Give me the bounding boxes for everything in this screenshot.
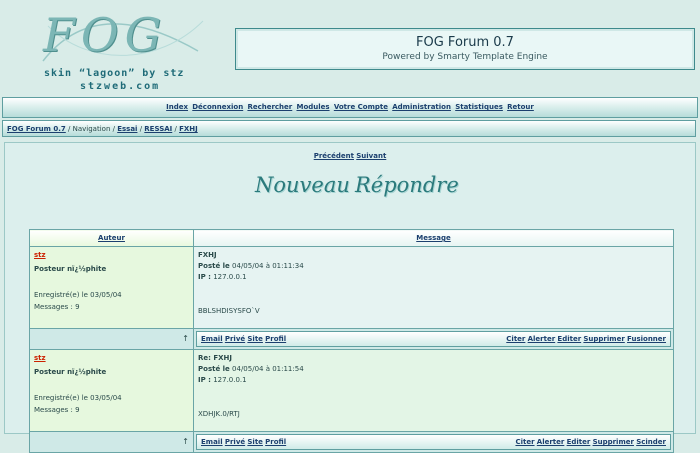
post-author-registered: Enregistré(e) le 03/05/04	[34, 291, 122, 299]
site-link[interactable]: Site	[247, 438, 263, 446]
post-title: FXHJ	[198, 251, 217, 259]
post-author-registered: Enregistré(e) le 03/05/04	[34, 394, 122, 402]
private-message-link[interactable]: Privé	[225, 438, 245, 446]
post-ip-line: IP : 127.0.0.1	[198, 273, 669, 281]
reply-button[interactable]: Répondre	[355, 173, 459, 197]
logo-website: stzweb.com	[80, 81, 161, 92]
nav-search[interactable]: Rechercher	[247, 103, 292, 111]
post-date: 04/05/04 à 01:11:54	[232, 365, 304, 373]
post-contact-links: Email Privé Site Profil	[201, 435, 286, 449]
column-header-author: Auteur	[29, 229, 194, 247]
back-to-top-arrow-icon[interactable]: ↑	[182, 334, 189, 343]
message-header-link[interactable]: Message	[416, 234, 451, 242]
breadcrumb-separator: /	[68, 125, 71, 133]
column-header-message: Message	[193, 229, 674, 247]
breadcrumb-item-essai[interactable]: Essai	[117, 125, 137, 133]
delete-link[interactable]: Supprimer	[593, 438, 634, 446]
post-ip-label: IP :	[198, 376, 211, 384]
post-row: stz Posteur nï¿½phite Enregistré(e) le 0…	[29, 246, 674, 329]
post-moderation-links: Citer Alerter Editer Supprimer Scinder	[515, 435, 666, 449]
post-footer-left: ↑	[29, 328, 194, 350]
post-author-rank: Posteur nï¿½phite	[34, 368, 107, 376]
breadcrumb-item-ressai[interactable]: RESSAI	[144, 125, 172, 133]
breadcrumb: FOG Forum 0.7 / Navigation / Essai / RES…	[2, 120, 696, 137]
next-link[interactable]: Suivant	[356, 152, 386, 160]
post-ip-label: IP :	[198, 273, 211, 281]
post-footer-left: ↑	[29, 431, 194, 453]
quote-link[interactable]: Citer	[506, 335, 525, 343]
site-link[interactable]: Site	[247, 335, 263, 343]
alert-link[interactable]: Alerter	[537, 438, 565, 446]
forum-subtitle: Powered by Smarty Template Engine	[382, 52, 548, 62]
post-moderation-links: Citer Alerter Editer Supprimer Fusionner	[506, 332, 666, 346]
post-ip-line: IP : 127.0.0.1	[198, 376, 669, 384]
forum-logo[interactable]: FOG skin “lagoon” by stz stzweb.com	[38, 6, 208, 92]
breadcrumb-navigation-label: Navigation	[72, 125, 111, 133]
post-message-cell: FXHJ Posté le 04/05/04 à 01:11:34 IP : 1…	[193, 246, 674, 329]
breadcrumb-separator: /	[174, 125, 177, 133]
edit-link[interactable]: Editer	[567, 438, 591, 446]
back-to-top-arrow-icon[interactable]: ↑	[182, 437, 189, 446]
nav-administration[interactable]: Administration	[392, 103, 451, 111]
post-author-cell: stz Posteur nï¿½phite Enregistré(e) le 0…	[29, 349, 194, 432]
post-contact-links: Email Privé Site Profil	[201, 332, 286, 346]
logo-letters: FOG	[43, 8, 168, 62]
profile-link[interactable]: Profil	[265, 438, 286, 446]
post-row: stz Posteur nï¿½phite Enregistré(e) le 0…	[29, 349, 674, 432]
post-author-message-count: Messages : 9	[34, 406, 80, 414]
post-body: XDHJK.0/RTJ	[198, 410, 240, 418]
topic-pager: Précédent Suivant	[5, 152, 695, 160]
breadcrumb-separator: /	[139, 125, 143, 133]
post-message-cell: Re: FXHJ Posté le 04/05/04 à 01:11:54 IP…	[193, 349, 674, 432]
edit-link[interactable]: Editer	[557, 335, 581, 343]
main-navigation: Index Déconnexion Rechercher Modules Vot…	[2, 97, 698, 118]
post-ip: 127.0.0.1	[213, 273, 247, 281]
alert-link[interactable]: Alerter	[528, 335, 556, 343]
post-date-line: Posté le 04/05/04 à 01:11:34	[198, 262, 669, 270]
post-author-rank: Posteur nï¿½phite	[34, 265, 107, 273]
post-date-label: Posté le	[198, 262, 230, 270]
author-header-link[interactable]: Auteur	[98, 234, 125, 242]
post-footer-row: ↑ Email Privé Site Profil Citer Alerter …	[29, 431, 674, 453]
email-link[interactable]: Email	[201, 438, 223, 446]
delete-link[interactable]: Supprimer	[583, 335, 624, 343]
posts-table: Auteur Message stz Posteur nï¿½phite Enr…	[29, 229, 674, 453]
post-body: BBLSHDISYSFO`V	[198, 307, 260, 315]
breadcrumb-forum[interactable]: FOG Forum 0.7	[7, 125, 66, 133]
post-date-line: Posté le 04/05/04 à 01:11:54	[198, 365, 669, 373]
profile-link[interactable]: Profil	[265, 335, 286, 343]
post-actions-bar: Email Privé Site Profil Citer Alerter Ed…	[196, 434, 671, 450]
nav-logout[interactable]: Déconnexion	[192, 103, 243, 111]
post-actions-bar: Email Privé Site Profil Citer Alerter Ed…	[196, 331, 671, 347]
nav-index[interactable]: Index	[166, 103, 188, 111]
post-author-name[interactable]: stz	[34, 354, 189, 362]
topic-panel: Précédent Suivant Nouveau Répondre Auteu…	[4, 142, 696, 453]
breadcrumb-separator: /	[112, 125, 115, 133]
merge-link[interactable]: Fusionner	[627, 335, 666, 343]
nav-account[interactable]: Votre Compte	[334, 103, 388, 111]
post-ip: 127.0.0.1	[213, 376, 247, 384]
email-link[interactable]: Email	[201, 335, 223, 343]
post-author-name[interactable]: stz	[34, 251, 189, 259]
post-footer-actions: Email Privé Site Profil Citer Alerter Ed…	[193, 431, 674, 453]
post-footer-actions: Email Privé Site Profil Citer Alerter Ed…	[193, 328, 674, 350]
quote-link[interactable]: Citer	[515, 438, 534, 446]
previous-link[interactable]: Précédent	[314, 152, 354, 160]
new-topic-button[interactable]: Nouveau	[255, 173, 350, 197]
nav-back[interactable]: Retour	[507, 103, 534, 111]
post-footer-row: ↑ Email Privé Site Profil Citer Alerter …	[29, 328, 674, 350]
forum-title-box: FOG Forum 0.7 Powered by Smarty Template…	[235, 28, 695, 70]
split-link[interactable]: Scinder	[636, 438, 666, 446]
nav-statistics[interactable]: Statistiques	[455, 103, 503, 111]
post-author-message-count: Messages : 9	[34, 303, 80, 311]
post-date-label: Posté le	[198, 365, 230, 373]
post-date: 04/05/04 à 01:11:34	[232, 262, 304, 270]
forum-title: FOG Forum 0.7	[416, 35, 514, 50]
private-message-link[interactable]: Privé	[225, 335, 245, 343]
nav-modules[interactable]: Modules	[296, 103, 329, 111]
logo-tagline: skin “lagoon” by stz	[44, 68, 185, 79]
breadcrumb-item-fxhj[interactable]: FXHJ	[179, 125, 198, 133]
post-title: Re: FXHJ	[198, 354, 233, 362]
post-author-cell: stz Posteur nï¿½phite Enregistré(e) le 0…	[29, 246, 194, 329]
